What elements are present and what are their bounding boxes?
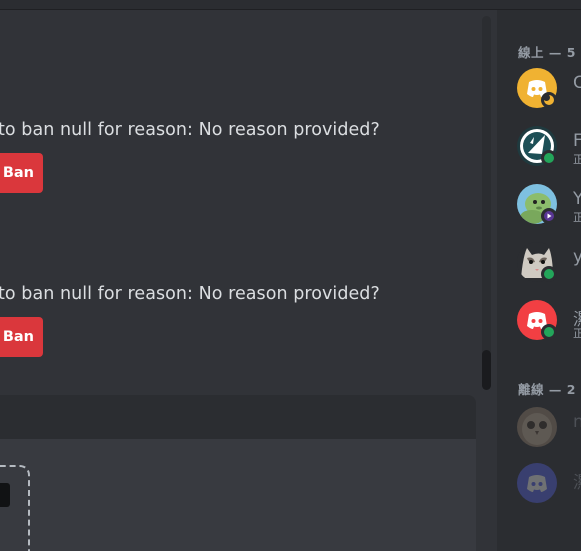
member-item[interactable]: F 正 — [517, 126, 581, 170]
member-activity: 正 — [573, 327, 581, 340]
scrollbar-thumb[interactable] — [482, 350, 491, 390]
member-item[interactable]: 濕 正 — [517, 300, 581, 344]
member-name: n — [573, 412, 581, 432]
app-window: to ban null for reason: No reason provid… — [0, 0, 581, 551]
member-name: C — [573, 73, 581, 93]
online-status-icon — [541, 150, 557, 166]
online-status-icon — [541, 266, 557, 282]
online-status-icon — [541, 324, 557, 340]
member-name: Y — [573, 189, 581, 209]
member-item[interactable]: y — [517, 242, 581, 286]
chat-area: to ban null for reason: No reason provid… — [0, 10, 497, 551]
member-name: y — [573, 247, 581, 267]
owl-photo-avatar — [517, 407, 557, 447]
member-item[interactable]: n — [517, 407, 581, 451]
streaming-status-icon — [541, 208, 557, 224]
message-text: to ban null for reason: No reason provid… — [0, 284, 380, 304]
message-text: to ban null for reason: No reason provid… — [0, 120, 380, 140]
member-name: 濕 — [573, 468, 581, 493]
discord-logo-avatar — [517, 463, 557, 503]
title-bar — [0, 0, 581, 10]
attachment-tag[interactable] — [0, 483, 10, 507]
attachment-upload-zone[interactable] — [0, 465, 30, 551]
composer-attachment-bar — [0, 395, 476, 439]
ban-button[interactable]: Ban — [0, 317, 43, 357]
idle-status-icon — [541, 92, 557, 108]
member-item[interactable]: Y 正 — [517, 184, 581, 228]
member-activity: 正 — [573, 153, 581, 166]
online-section-header: 線上 — 5 — [518, 45, 576, 60]
member-item[interactable]: C — [517, 68, 581, 112]
offline-section-header: 離線 — 2 — [518, 382, 576, 397]
member-name: F — [573, 131, 581, 151]
message-composer — [0, 395, 476, 551]
composer-body — [0, 439, 476, 551]
ban-button[interactable]: Ban — [0, 153, 43, 193]
member-item[interactable]: 濕 — [517, 463, 581, 507]
member-list: 線上 — 5 C F 正 Y 正 y 正 離線 — 2 n — [497, 10, 581, 551]
member-activity: 正 — [573, 211, 581, 224]
scrollbar-track[interactable] — [482, 16, 491, 384]
